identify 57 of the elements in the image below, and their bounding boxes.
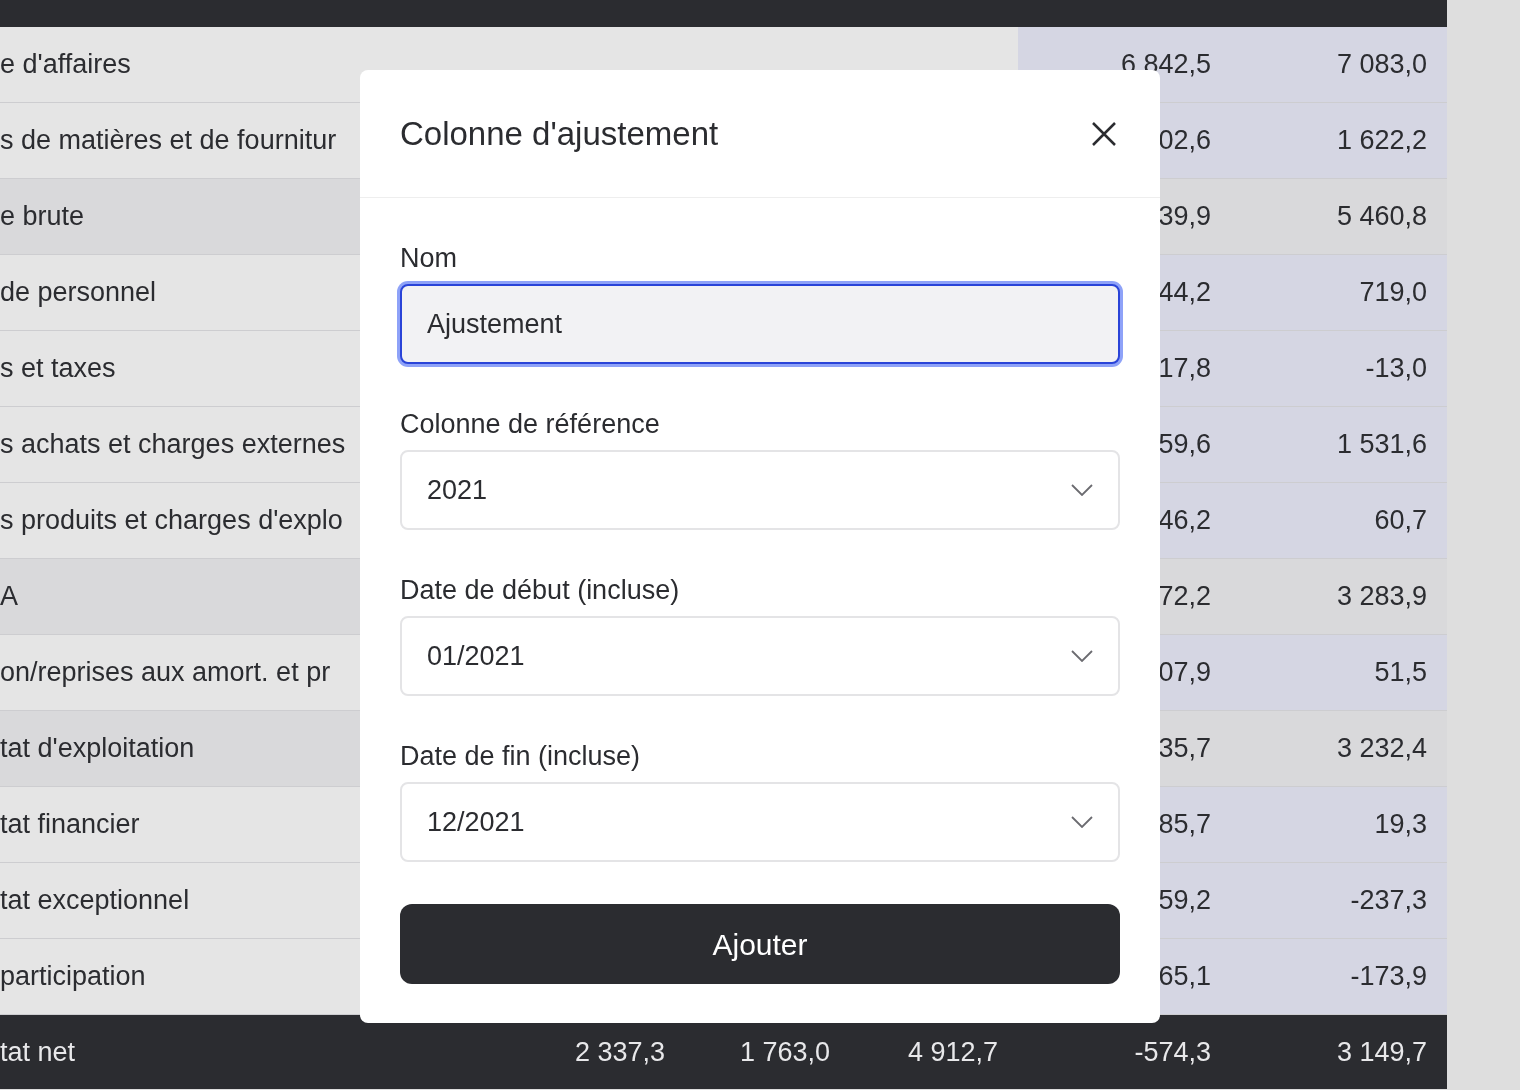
table-cell-text: 72,2: [1158, 580, 1211, 614]
table-cell-text: 5 460,8: [1336, 200, 1427, 234]
row-label: on/reprises aux amort. et pr: [0, 656, 331, 690]
table-cell-text: 2 337,3: [574, 1035, 665, 1069]
row-label: A: [0, 580, 18, 614]
row-label: e brute: [0, 200, 85, 234]
dropdown[interactable]: 01/2021: [400, 616, 1120, 696]
row-label: tat financier: [0, 808, 140, 842]
row-label: participation: [0, 960, 146, 994]
field-label: Date de fin (incluse): [400, 740, 642, 772]
table-cell-text: -574,3: [1134, 1035, 1211, 1069]
dialog-title: Colonne d'ajustement: [400, 117, 719, 150]
table-cell-text: 59,6: [1158, 428, 1211, 462]
add-button[interactable]: Ajouter: [400, 904, 1120, 984]
row-label: tat exceptionnel: [0, 884, 190, 918]
table-cell-text: 4 912,7: [907, 1035, 998, 1069]
table-cell-text: 1 531,6: [1336, 428, 1427, 462]
row-label: s achats et charges externes: [0, 428, 346, 462]
field-label: Colonne de référence: [400, 408, 661, 440]
row-label: tat net: [0, 1035, 76, 1069]
table-cell-text: 1 622,2: [1336, 124, 1427, 158]
dropdown[interactable]: 12/2021: [400, 782, 1120, 862]
table-cell-text: 1 763,0: [739, 1035, 830, 1069]
row-label: s de matières et de fournitur: [0, 124, 337, 158]
row-label: s produits et charges d'explo: [0, 504, 343, 538]
chevron-down-icon: [1071, 650, 1093, 662]
table-cell-text: 60,7: [1374, 504, 1427, 538]
table-cell-text: 7 083,0: [1336, 48, 1427, 82]
table-cell-text: -13,0: [1365, 352, 1427, 386]
chevron-down-icon: [1071, 484, 1093, 496]
table-cell-text: 35,7: [1158, 732, 1211, 766]
table-cell-text: 19,3: [1374, 808, 1427, 842]
table-cell-text: 3 232,4: [1336, 732, 1427, 766]
field-label: Date de début (incluse): [400, 574, 681, 606]
table-cell-text: 65,1: [1158, 960, 1211, 994]
dropdown[interactable]: 2021: [400, 450, 1120, 530]
table-cell-text: 719,0: [1359, 276, 1427, 310]
table-cell-text: 85,7: [1158, 808, 1211, 842]
table-cell-text: 44,2: [1158, 276, 1211, 310]
table-cell-text: 39,9: [1158, 200, 1211, 234]
input-field[interactable]: Ajustement: [400, 284, 1120, 364]
table-cell-text: -237,3: [1350, 884, 1427, 918]
row-label: tat d'exploitation: [0, 732, 195, 766]
row-label: de personnel: [0, 276, 157, 310]
table-cell-text: 02,6: [1158, 124, 1211, 158]
table-cell-text: 3 283,9: [1336, 580, 1427, 614]
table-cell-text: 59,2: [1158, 884, 1211, 918]
chevron-down-icon: [1071, 816, 1093, 828]
table-cell-text: 07,9: [1158, 656, 1211, 690]
table-cell-text: 3 149,7: [1336, 1035, 1427, 1069]
table-cell-text: 17,8: [1158, 352, 1211, 386]
table-cell-text: 46,2: [1158, 504, 1211, 538]
table-cell-text: 51,5: [1374, 656, 1427, 690]
row-label: e d'affaires: [0, 48, 131, 82]
table-cell-text: -173,9: [1350, 960, 1427, 994]
field-label: Nom: [400, 242, 458, 274]
row-label: s et taxes: [0, 352, 116, 386]
